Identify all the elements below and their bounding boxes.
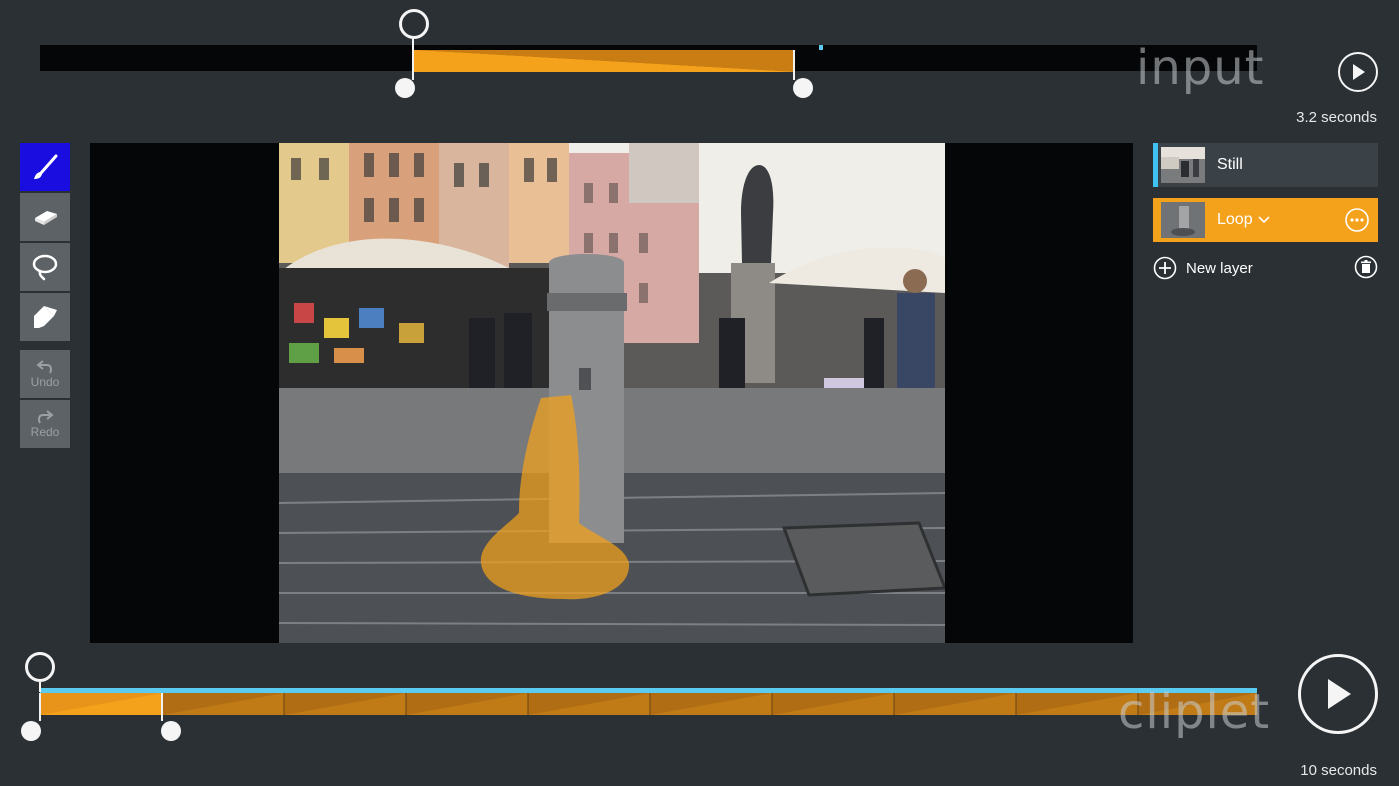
- new-layer-label: New layer: [1186, 259, 1253, 277]
- input-playhead-stem: [412, 38, 414, 50]
- chevron-down-icon[interactable]: [1258, 215, 1270, 225]
- play-icon: [1328, 679, 1351, 709]
- redo-button[interactable]: Redo: [20, 400, 70, 448]
- eraser-tool-button[interactable]: [20, 193, 70, 241]
- brush-tool-button[interactable]: [20, 143, 70, 191]
- still-thumbnail-image: [1161, 147, 1205, 183]
- cliplet-timeline-track[interactable]: [40, 693, 1257, 715]
- layer-item-loop[interactable]: Loop: [1153, 198, 1378, 242]
- lasso-tool-button[interactable]: [20, 243, 70, 291]
- fill-icon: [34, 306, 57, 328]
- layer-label-still: Still: [1217, 156, 1243, 173]
- input-end-marker: [793, 50, 795, 80]
- undo-label: Undo: [30, 375, 60, 389]
- input-start-marker: [412, 50, 414, 80]
- eraser-icon: [35, 211, 57, 225]
- undo-button[interactable]: Undo: [20, 350, 70, 398]
- cliplet-duration: 10 seconds: [1300, 762, 1377, 779]
- input-end-handle[interactable]: [793, 78, 813, 98]
- brush-icon: [34, 154, 58, 179]
- input-play-button[interactable]: [1338, 52, 1378, 92]
- input-selection-range[interactable]: [413, 50, 794, 72]
- redo-icon: [38, 410, 54, 424]
- video-frame-image: [279, 143, 945, 643]
- fill-tool-button[interactable]: [20, 293, 70, 341]
- play-icon: [1353, 64, 1365, 80]
- cliplet-end-marker: [161, 693, 163, 721]
- lasso-icon: [32, 254, 58, 281]
- redo-label: Redo: [30, 425, 60, 439]
- delete-layer-icon[interactable]: [1354, 255, 1378, 279]
- cliplet-playhead-handle[interactable]: [25, 652, 55, 682]
- cliplet-loop-segments: [40, 693, 1257, 715]
- cliplet-progress-line: [40, 688, 1257, 693]
- undo-icon: [36, 360, 52, 374]
- cliplet-timeline-label: cliplet: [1118, 684, 1271, 740]
- input-start-handle[interactable]: [395, 78, 415, 98]
- more-options-icon[interactable]: [1344, 207, 1370, 233]
- input-timeline-label: input: [1136, 40, 1265, 96]
- cliplet-play-button[interactable]: [1298, 654, 1378, 734]
- cliplet-start-handle[interactable]: [21, 721, 41, 741]
- layer-thumbnail-still: [1161, 147, 1205, 183]
- input-playback-position: [819, 45, 823, 50]
- input-duration: 3.2 seconds: [1296, 109, 1377, 126]
- new-layer-button[interactable]: New layer: [1153, 255, 1303, 281]
- loop-thumbnail-image: [1161, 202, 1205, 238]
- add-circle-icon: [1153, 256, 1177, 280]
- layer-item-still[interactable]: Still: [1153, 143, 1378, 187]
- cliplet-end-handle[interactable]: [161, 721, 181, 741]
- cliplet-start-marker: [39, 693, 41, 721]
- input-playhead-handle[interactable]: [399, 9, 429, 39]
- cliplet-playhead-stem: [39, 682, 41, 692]
- layer-label-loop: Loop: [1217, 211, 1253, 228]
- video-frame[interactable]: [279, 143, 945, 643]
- layer-thumbnail-loop: [1161, 202, 1205, 238]
